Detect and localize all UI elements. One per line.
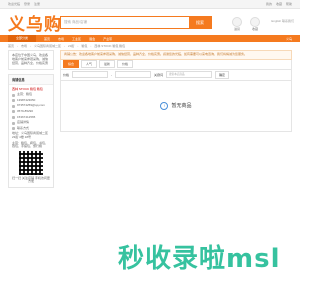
cart-label: 进货: [233, 27, 240, 31]
sort-tabs: 综合 人气 最新 价格: [60, 59, 292, 70]
store-details-link[interactable]: 店铺详情: [17, 121, 29, 125]
site-header: 义乌购 搜索 商品/店铺 搜索 进货 收藏 English 联系我们: [0, 9, 300, 35]
filter-confirm-button[interactable]: 确定: [215, 70, 230, 79]
filter-bar: 价格 - 关键词 搜索本店商品 确定: [60, 69, 292, 81]
register-link[interactable]: 注册: [34, 2, 40, 6]
contact-icon: [12, 127, 15, 131]
store-info-title: 商铺信息: [9, 74, 53, 85]
my-link[interactable]: 我的: [266, 2, 272, 6]
breadcrumb: 首页 › 市场 › 义乌国际商贸城二区 › 23街 › 箱包 › 西林 STOCK 箱包 …: [8, 44, 126, 48]
store-info: 商铺信息 西林 STOCK 箱包 箱包 主营：箱包 13987423050 97…: [8, 73, 54, 188]
qr-code: [19, 150, 43, 175]
empty-state: ! 暂无商品: [60, 80, 292, 132]
tab-price[interactable]: 价格: [117, 60, 134, 69]
keyword-input[interactable]: 搜索本店商品: [166, 71, 213, 79]
store-intro-text: 本店位于中国义乌，欢迎各地客户前来参观采购，诚信经营，品种齐全，价格实惠: [12, 53, 49, 65]
nav-item-industry[interactable]: 工业区: [72, 37, 81, 41]
crumb-store: 西林 STOCK 箱包 箱包: [94, 44, 126, 48]
fax-icon: [12, 110, 15, 114]
crumb-category[interactable]: 箱包: [81, 44, 87, 48]
main-content: 商铺公告：欢迎各地客户前来参观采购，诚信经营，品种齐全，价格实惠。感谢您的光临，…: [60, 50, 292, 132]
watermark: 秒收录啦msl: [118, 244, 281, 274]
favorite-label: 收藏: [251, 27, 258, 31]
info-icon: !: [160, 101, 169, 110]
price-max-input[interactable]: [115, 71, 152, 79]
mobile-number: 15367412565: [17, 114, 36, 119]
welcome-text: 欢迎光临: [8, 2, 21, 6]
nav-location[interactable]: 义乌: [286, 37, 292, 41]
nav-item-market[interactable]: 市场: [58, 37, 64, 41]
nav-item-belt[interactable]: 产业带: [103, 37, 112, 41]
main-product: 主营：箱包: [17, 92, 33, 97]
login-link[interactable]: 登录: [24, 2, 30, 6]
all-categories-button[interactable]: 全部分类: [8, 35, 37, 42]
heart-icon[interactable]: [250, 17, 260, 27]
phone-icon: [12, 99, 15, 103]
favorites-link[interactable]: 收藏: [276, 2, 282, 6]
email: 973574259@qq.com: [17, 103, 45, 108]
store-intro: 本店位于中国义乌，欢迎各地客户前来参观采购，诚信经营，品种齐全，价格实惠: [8, 50, 54, 70]
crumb-home[interactable]: 首页: [8, 44, 14, 48]
sidebar: 本店位于中国义乌，欢迎各地客户前来参观采购，诚信经营，品种齐全，价格实惠 商铺信…: [8, 50, 54, 192]
phone-number: 13987423050: [17, 97, 36, 102]
price-label: 价格: [63, 72, 70, 77]
nav-item-expo[interactable]: 展会: [89, 37, 95, 41]
fax-number: 0579-85290: [17, 109, 34, 114]
tab-popularity[interactable]: 人气: [81, 60, 98, 69]
store-address: 地址：义乌国际商贸城二区 23街 4楼 18号: [12, 131, 49, 140]
store-name[interactable]: 西林 STOCK 箱包 箱包: [12, 87, 50, 92]
nav-item-home[interactable]: 首页: [44, 37, 50, 41]
store-products: 主营：箱包，挎包，书包，钱包，手提包，旅行箱: [12, 140, 49, 149]
tag-icon: [12, 93, 15, 97]
keyword-label: 关键词: [154, 72, 164, 77]
crumb-district[interactable]: 义乌国际商贸城二区: [34, 44, 61, 48]
empty-text: 暂无商品: [171, 103, 192, 110]
help-link[interactable]: 帮助: [286, 2, 292, 6]
mail-icon: [12, 104, 15, 108]
main-nav: 全部分类 首页 市场 工业区 展会 产业带 义乌: [0, 35, 300, 42]
site-logo[interactable]: 义乌购: [8, 10, 62, 35]
crumb-street[interactable]: 23街: [68, 44, 74, 48]
qr-caption: 扫一扫 关注店铺 手机访问更方便: [12, 175, 50, 184]
mobile-icon: [12, 115, 15, 119]
search-input[interactable]: 搜索 商品/店铺: [61, 17, 189, 28]
store-icon: [12, 121, 15, 125]
price-min-input[interactable]: [72, 71, 109, 79]
tab-default[interactable]: 综合: [63, 60, 80, 69]
search-bar: 搜索 商品/店铺 搜索: [60, 16, 212, 29]
cart-icon[interactable]: [232, 17, 242, 27]
crumb-market[interactable]: 市场: [21, 44, 27, 48]
store-notice: 商铺公告：欢迎各地客户前来参观采购，诚信经营，品种齐全，价格实惠。感谢您的光临，…: [60, 50, 292, 60]
contact-link[interactable]: 联系方式: [17, 126, 29, 131]
header-links[interactable]: English 联系我们: [271, 19, 294, 23]
tab-newest[interactable]: 最新: [99, 60, 116, 69]
top-bar: 欢迎光临 登录 注册 我的 收藏 帮助: [0, 0, 300, 9]
search-button[interactable]: 搜索: [189, 17, 211, 28]
